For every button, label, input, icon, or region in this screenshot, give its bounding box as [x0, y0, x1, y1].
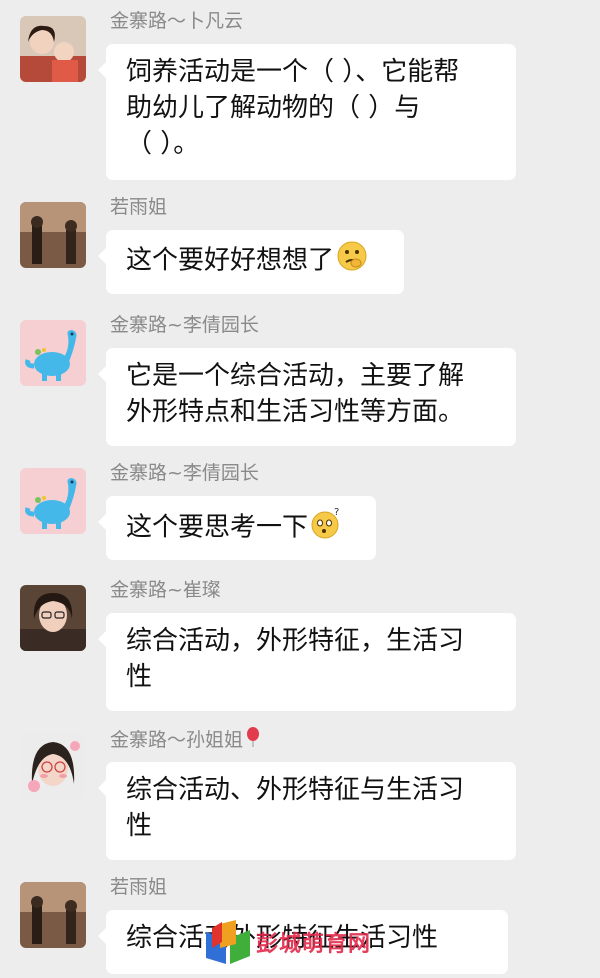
- sender-name-text: 金寨路～孙姐姐: [110, 729, 244, 751]
- watermark-logo: 彭城萌育网: [200, 918, 400, 968]
- sender-name: 若雨姐: [110, 876, 168, 898]
- message-bubble[interactable]: 饲养活动是一个（ ）、它能帮 助幼儿了解动物的（ ）与 （ ）。: [98, 44, 516, 180]
- message-bubble[interactable]: 综合活动、外形特征与生活习 性: [98, 762, 516, 860]
- message-text: 这个要好好想想了: [126, 245, 335, 276]
- sender-name: 金寨路~李倩园长: [110, 314, 259, 336]
- avatar[interactable]: [20, 882, 86, 948]
- confused-face-emoji: ?: [310, 506, 344, 550]
- avatar[interactable]: [20, 16, 86, 82]
- message-text: 助幼儿了解动物的（ ）与: [126, 93, 421, 123]
- thinking-face-emoji: [336, 240, 368, 282]
- sender-name: 若雨姐: [110, 196, 168, 218]
- message-text: 综合活动、外形特征与生活习: [126, 775, 465, 805]
- sender-name: 金寨路～卜凡云: [110, 10, 244, 32]
- watermark-text: 彭城萌育网: [256, 932, 372, 957]
- avatar[interactable]: [20, 468, 86, 534]
- message-text: 性: [126, 662, 153, 692]
- message-bubble[interactable]: 这个要思考一下 ?: [98, 496, 376, 560]
- sender-name: 金寨路~崔璨: [110, 579, 221, 601]
- avatar[interactable]: [20, 320, 86, 386]
- message-text: （ ）。: [126, 129, 200, 159]
- message-text: 综合活动，外形特征，生活习: [126, 626, 465, 656]
- sender-name: 金寨路～孙姐姐: [110, 726, 261, 755]
- message-text: 外形特点和生活习性等方面。: [126, 397, 465, 427]
- sender-name: 金寨路~李倩园长: [110, 462, 259, 484]
- book-logo-icon: [206, 920, 250, 964]
- avatar[interactable]: [20, 202, 86, 268]
- message-bubble[interactable]: 它是一个综合活动，主要了解 外形特点和生活习性等方面。: [98, 348, 516, 446]
- svg-text:?: ?: [334, 507, 339, 518]
- message-text: 性: [126, 811, 153, 841]
- message-text: 它是一个综合活动，主要了解: [126, 361, 465, 391]
- message-bubble[interactable]: 这个要好好想想了: [98, 230, 404, 294]
- message-bubble[interactable]: 综合活动，外形特征，生活习 性: [98, 613, 516, 711]
- message-text: 这个要思考一下: [126, 512, 309, 543]
- avatar[interactable]: [20, 585, 86, 651]
- avatar[interactable]: [20, 734, 86, 800]
- message-text: 饲养活动是一个（ ）、它能帮: [126, 57, 460, 87]
- balloon-emoji: [245, 726, 261, 755]
